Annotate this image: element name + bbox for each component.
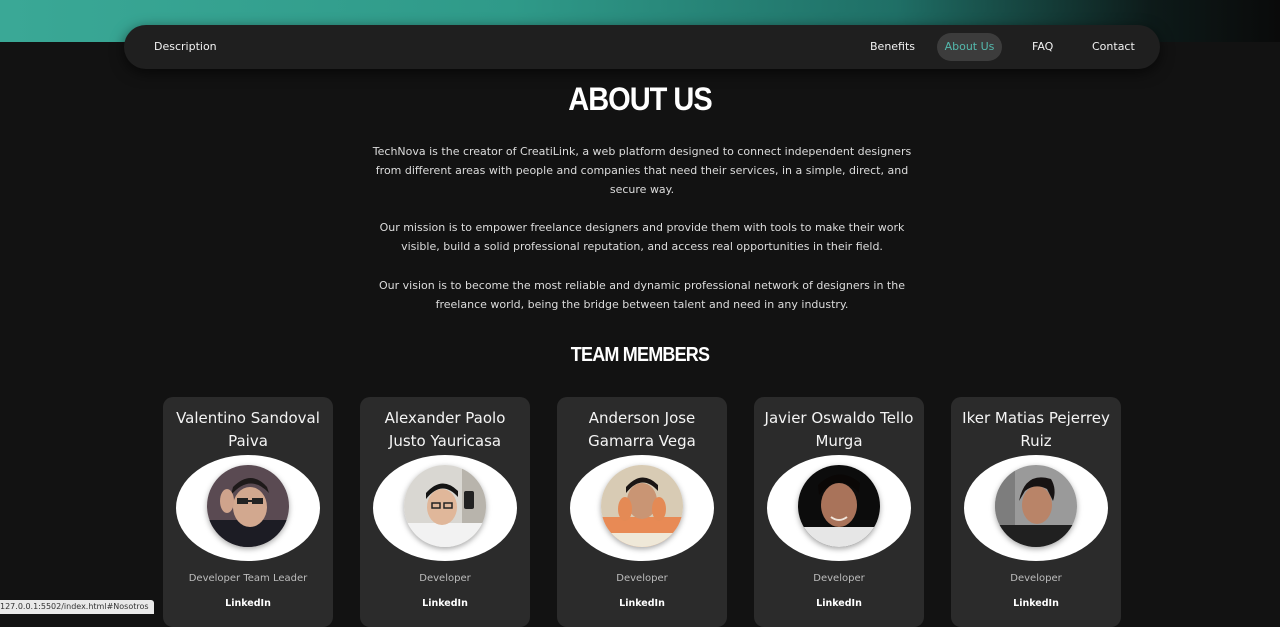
nav-description-link[interactable]: Description bbox=[154, 25, 217, 69]
browser-status-url: 127.0.0.1:5502/index.html#Nosotros bbox=[0, 600, 154, 614]
member-photo bbox=[404, 465, 486, 547]
member-name: Alexander Paolo Justo Yauricasa bbox=[384, 409, 506, 450]
member-role: Developer Team Leader bbox=[188, 573, 308, 584]
member-photo bbox=[995, 465, 1077, 547]
member-role: Developer bbox=[813, 573, 865, 584]
linkedin-link[interactable]: LinkedIn bbox=[951, 598, 1121, 609]
avatar-frame bbox=[964, 455, 1108, 561]
team-member-card: Anderson Jose Gamarra Vega Developer Lin… bbox=[557, 397, 727, 627]
team-member-card: Iker Matias Pejerrey Ruiz Developer Link… bbox=[951, 397, 1121, 627]
avatar-frame bbox=[176, 455, 320, 561]
nav-faq-link[interactable]: FAQ bbox=[1032, 25, 1053, 69]
linkedin-link[interactable]: LinkedIn bbox=[163, 598, 333, 609]
member-role: Developer bbox=[419, 573, 471, 584]
team-member-card: Valentino Sandoval Paiva Developer Team … bbox=[163, 397, 333, 627]
nav-benefits-link[interactable]: Benefits bbox=[870, 25, 915, 69]
avatar-frame bbox=[570, 455, 714, 561]
linkedin-link[interactable]: LinkedIn bbox=[360, 598, 530, 609]
avatar-frame bbox=[373, 455, 517, 561]
avatar-frame bbox=[767, 455, 911, 561]
member-photo bbox=[601, 465, 683, 547]
about-title: ABOUT US bbox=[568, 82, 712, 118]
linkedin-link[interactable]: LinkedIn bbox=[754, 598, 924, 609]
member-photo bbox=[207, 465, 289, 547]
team-title: TEAM MEMBERS bbox=[570, 342, 710, 366]
member-role: Developer bbox=[1010, 573, 1062, 584]
member-name: Anderson Jose Gamarra Vega bbox=[588, 409, 696, 450]
team-member-card: Alexander Paolo Justo Yauricasa Develope… bbox=[360, 397, 530, 627]
team-member-card: Javier Oswaldo Tello Murga Developer Lin… bbox=[754, 397, 924, 627]
nav-contact-link[interactable]: Contact bbox=[1092, 25, 1135, 69]
navbar: Description Benefits About Us FAQ Contac… bbox=[124, 25, 1160, 69]
about-paragraph-vision: Our vision is to become the most reliabl… bbox=[379, 279, 905, 311]
linkedin-link[interactable]: LinkedIn bbox=[557, 598, 727, 609]
member-name: Valentino Sandoval Paiva bbox=[176, 409, 320, 450]
member-name: Javier Oswaldo Tello Murga bbox=[764, 409, 914, 450]
nav-about-us-link[interactable]: About Us bbox=[937, 33, 1002, 61]
about-paragraph-intro: TechNova is the creator of CreatiLink, a… bbox=[372, 145, 912, 196]
member-role: Developer bbox=[616, 573, 668, 584]
about-paragraph-mission: Our mission is to empower freelance desi… bbox=[379, 221, 905, 253]
member-name: Iker Matias Pejerrey Ruiz bbox=[962, 409, 1110, 450]
member-photo bbox=[798, 465, 880, 547]
